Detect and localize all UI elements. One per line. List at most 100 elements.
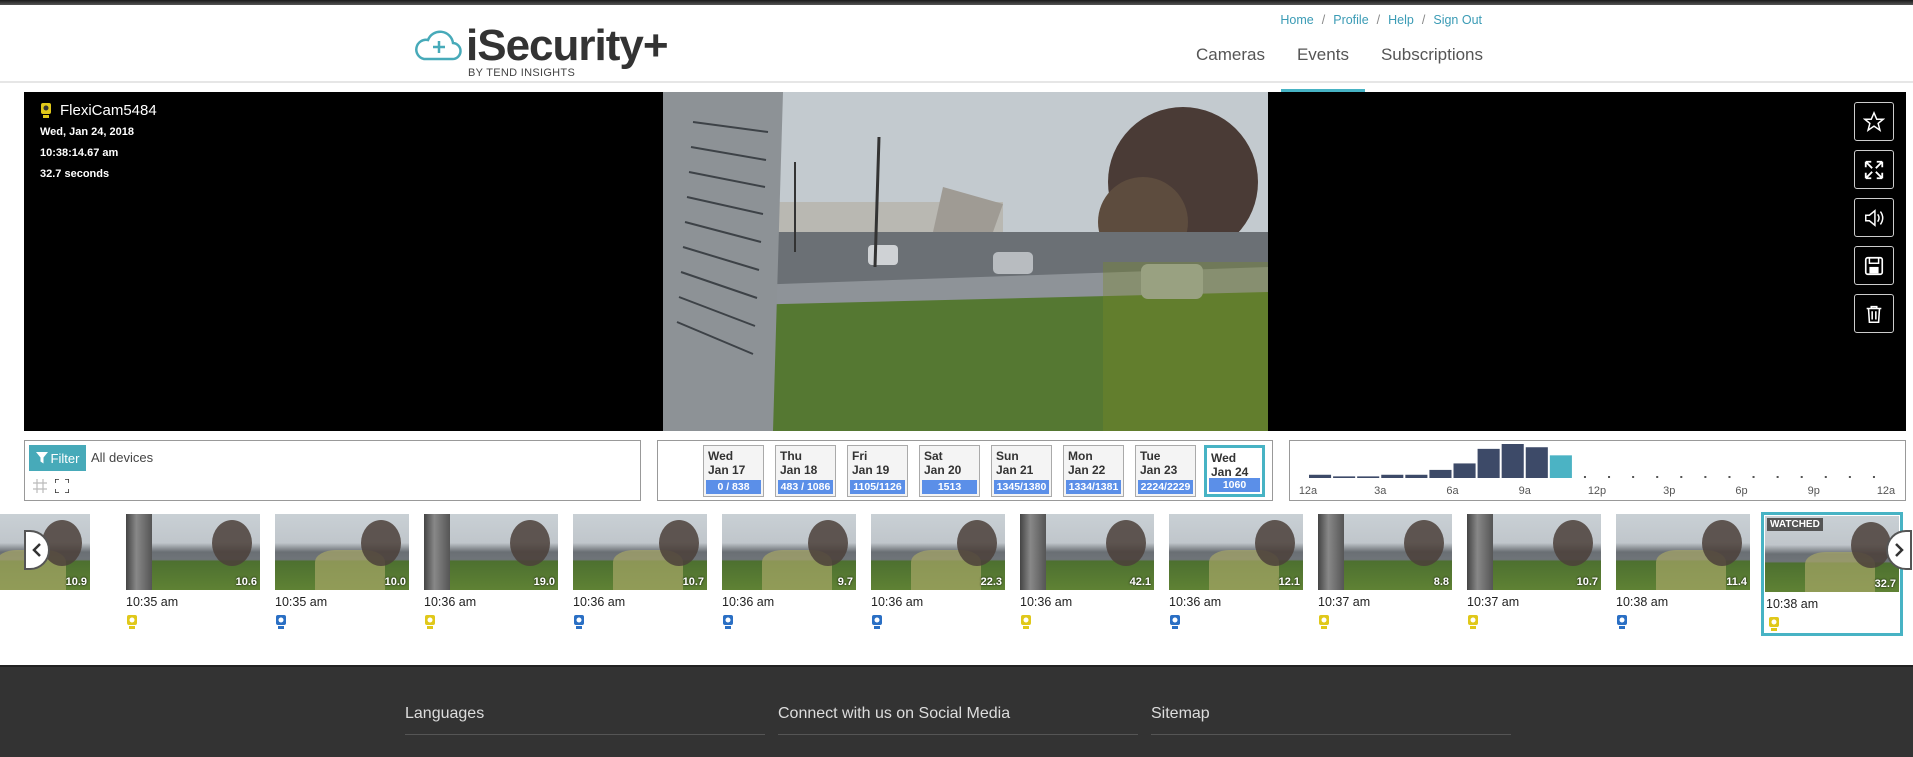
histogram-empty-marker — [1656, 476, 1659, 478]
thumbnail-image: 8.8 — [1318, 514, 1452, 590]
event-time: 10:37 am — [1467, 595, 1520, 609]
brand-title: iSecurity+ — [466, 21, 669, 70]
help-link[interactable]: Help — [1388, 13, 1414, 27]
event-date: Wed, Jan 24, 2018 — [40, 126, 134, 138]
event-time: 10:36 am — [871, 595, 924, 609]
histogram-chart: 12a 3a 6a 9a 12p 3p 6p 9p 12a — [1299, 444, 1896, 497]
histogram-bar[interactable] — [1333, 476, 1356, 478]
filter-button[interactable]: Filter — [29, 445, 86, 471]
event-duration: 10.0 — [384, 576, 406, 588]
day-tab-5[interactable]: Mon Jan 22 1334/1381 — [1063, 445, 1124, 497]
histogram-bar[interactable] — [1501, 444, 1524, 478]
histogram-empty-marker — [1824, 476, 1827, 478]
histogram-bar[interactable] — [1549, 455, 1572, 478]
event-thumbnail[interactable]: 12.1 10:36 am — [1169, 514, 1303, 635]
event-time: 10:36 am — [1020, 595, 1073, 609]
thumbnail-image: 10.7 — [573, 514, 707, 590]
day-tab-1[interactable]: Thu Jan 18 483 / 1086 — [775, 445, 836, 497]
histogram-bar[interactable] — [1405, 474, 1428, 478]
day-name: Tue — [1140, 449, 1161, 463]
watched-badge: WATCHED — [1767, 518, 1823, 531]
histogram-bar[interactable] — [1525, 447, 1548, 478]
event-thumbnail[interactable]: 9.7 10:36 am — [722, 514, 856, 635]
video-frame[interactable] — [663, 92, 1268, 431]
thumbnail-image: 9.7 — [722, 514, 856, 590]
event-time: 10:35 am — [126, 595, 179, 609]
volume-icon — [1865, 208, 1884, 227]
fullscreen-button[interactable] — [1854, 150, 1894, 189]
event-duration: 32.7 seconds — [40, 168, 110, 180]
delete-button[interactable] — [1854, 294, 1894, 333]
footer-sitemap: Sitemap — [1151, 705, 1511, 735]
camera-icon — [276, 615, 286, 629]
nav-events[interactable]: Events — [1280, 45, 1365, 93]
histogram-bar[interactable] — [1477, 448, 1500, 478]
histogram-empty-marker — [1704, 476, 1707, 478]
event-thumbnail-selected[interactable]: WATCHED 32.7 10:38 am — [1761, 512, 1903, 636]
day-date: Jan 24 — [1211, 465, 1249, 479]
event-thumbnail[interactable]: 10.7 10:37 am — [1467, 514, 1601, 635]
site-header: iSecurity+ BY TEND INSIGHTS Home / Profil… — [0, 5, 1913, 93]
social-heading: Connect with us on Social Media — [778, 705, 1011, 722]
histogram-bar[interactable] — [1357, 476, 1380, 478]
nav-subscriptions[interactable]: Subscriptions — [1365, 45, 1499, 93]
grid-view-icon[interactable] — [33, 479, 47, 493]
site-footer: Languages Connect with us on Social Medi… — [0, 665, 1913, 757]
video-player[interactable]: FlexiCam5484 Wed, Jan 24, 2018 10:38:14.… — [24, 92, 1906, 431]
histogram-bar[interactable] — [1309, 474, 1332, 478]
camera-icon — [574, 615, 584, 629]
camera-icon — [425, 615, 435, 629]
histogram-bar[interactable] — [1453, 463, 1476, 478]
histogram-tick-label: 6a — [1446, 485, 1459, 497]
histogram-bar[interactable] — [1381, 474, 1404, 478]
event-thumbnail[interactable]: 19.0 10:36 am — [424, 514, 558, 635]
day-tab-6[interactable]: Tue Jan 23 2224/2229 — [1135, 445, 1196, 497]
day-count: 1060 — [1209, 478, 1260, 492]
favorite-button[interactable] — [1854, 102, 1894, 141]
event-thumbnail[interactable]: 10.6 10:35 am — [126, 514, 260, 635]
save-button[interactable] — [1854, 246, 1894, 285]
event-thumbnail[interactable]: 11.4 10:38 am — [1616, 514, 1750, 635]
event-duration: 22.3 — [980, 576, 1002, 588]
event-time: 10:35 am — [275, 595, 328, 609]
profile-link[interactable]: Profile — [1333, 13, 1368, 27]
event-thumbnail[interactable]: 10.7 10:36 am — [573, 514, 707, 635]
day-tab-4[interactable]: Sun Jan 21 1345/1380 — [991, 445, 1052, 497]
camera-icon — [1769, 617, 1779, 631]
histogram-tick-label: 3a — [1374, 485, 1387, 497]
camera-icon — [127, 615, 137, 629]
volume-button[interactable] — [1854, 198, 1894, 237]
histogram-tick-label: 6p — [1735, 485, 1747, 497]
day-tab-7[interactable]: Wed Jan 24 1060 — [1204, 445, 1265, 497]
expand-icon[interactable] — [55, 479, 69, 493]
brand-logo[interactable]: iSecurity+ BY TEND INSIGHTS — [412, 21, 669, 79]
event-thumbnail[interactable]: 8.8 10:37 am — [1318, 514, 1452, 635]
camera-icon — [723, 615, 733, 629]
day-name: Wed — [1211, 451, 1237, 465]
nav-cameras[interactable]: Cameras — [1180, 45, 1281, 93]
histogram-empty-marker — [1583, 476, 1586, 478]
event-time: 10:37 am — [1318, 595, 1371, 609]
sitemap-heading: Sitemap — [1151, 705, 1210, 722]
event-thumbnail[interactable]: 10.0 10:35 am — [275, 514, 409, 635]
event-duration: 32.7 — [1874, 578, 1896, 590]
event-duration: 10.6 — [235, 576, 257, 588]
camera-icon — [1617, 615, 1627, 629]
event-thumbnail[interactable]: 22.3 10:36 am — [871, 514, 1005, 635]
chevron-right-icon — [1895, 543, 1904, 557]
event-duration: 10.7 — [682, 576, 704, 588]
day-tab-2[interactable]: Fri Jan 19 1105/1126 — [847, 445, 908, 497]
histogram-tick-label: 9p — [1808, 485, 1820, 497]
histogram-bar[interactable] — [1429, 469, 1452, 478]
day-tab-0[interactable]: Wed Jan 17 0 / 838 — [703, 445, 764, 497]
day-tab-3[interactable]: Sat Jan 20 1513 — [919, 445, 980, 497]
sign-out-link[interactable]: Sign Out — [1433, 13, 1482, 27]
chevron-left-icon — [32, 543, 41, 557]
day-date: Jan 21 — [996, 463, 1034, 477]
event-thumbnail[interactable]: 42.1 10:36 am — [1020, 514, 1154, 635]
histogram-empty-marker — [1728, 476, 1731, 478]
home-link[interactable]: Home — [1280, 13, 1313, 27]
camera-icon — [41, 103, 51, 118]
hourly-histogram[interactable]: 12a 3a 6a 9a 12p 3p 6p 9p 12a — [1289, 440, 1906, 501]
histogram-empty-marker — [1632, 476, 1635, 478]
